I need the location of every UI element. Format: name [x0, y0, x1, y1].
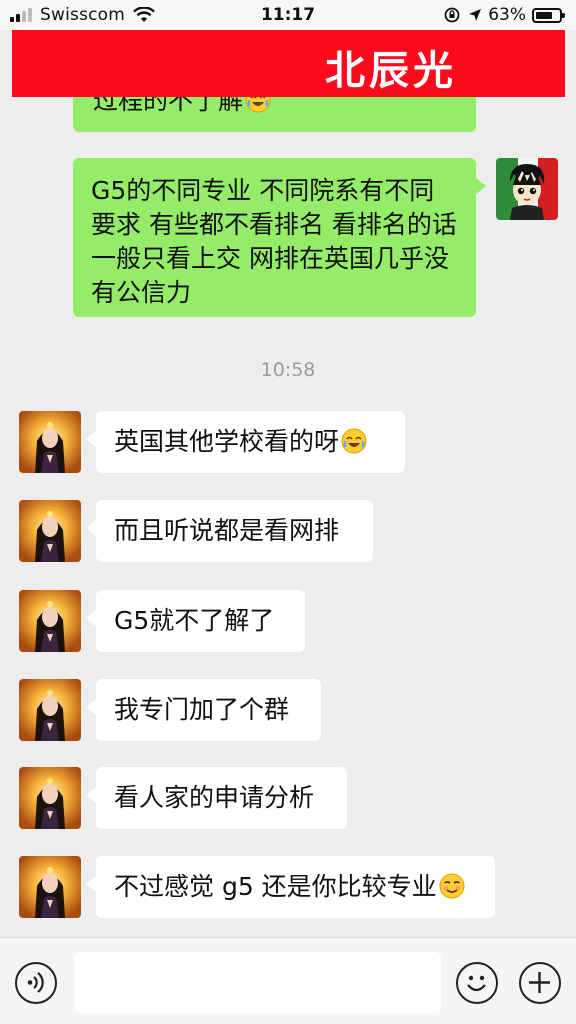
- message-text: G5的不同专业 不同院系有不同要求 有些都不看排名 看排名的话 一般只看上交 网…: [91, 176, 457, 307]
- message-text: G5就不了解了: [114, 606, 275, 635]
- chat-area[interactable]: 过程的不了解 G5的不同专业 不同院系有不同要求 有些都不看排名 看排名的话 一…: [0, 97, 576, 937]
- message-text: 而且听说都是看网排: [114, 516, 340, 545]
- emoji-icon: [467, 975, 486, 992]
- message-bubble-other[interactable]: 而且听说都是看网排: [86, 500, 373, 562]
- contact-avatar[interactable]: [19, 590, 81, 652]
- message-bubble-other[interactable]: 我专门加了个群: [86, 679, 321, 741]
- battery-icon: [532, 7, 565, 23]
- emoji-button[interactable]: [456, 962, 498, 1004]
- message-bubble-mine[interactable]: G5的不同专业 不同院系有不同要求 有些都不看排名 看排名的话 一般只看上交 网…: [73, 158, 486, 317]
- rotation-lock-icon: [444, 7, 460, 23]
- input-bar: [0, 937, 576, 1024]
- message-bubble-other[interactable]: G5就不了解了: [86, 590, 305, 652]
- battery-percent: 63%: [488, 5, 526, 25]
- add-button[interactable]: [519, 962, 561, 1004]
- status-right: 63%: [444, 5, 565, 25]
- my-avatar[interactable]: [496, 158, 558, 220]
- voice-button[interactable]: [15, 962, 57, 1004]
- message-text: 不过感觉 g5 还是你比较专业: [114, 872, 437, 901]
- contact-avatar[interactable]: [19, 500, 81, 562]
- message-text: 英国其他学校看的呀: [114, 427, 340, 456]
- message-bubble-other[interactable]: 看人家的申请分析: [86, 767, 347, 829]
- location-arrow-icon: [469, 9, 482, 21]
- portrait-avatar-icon: [19, 411, 81, 473]
- portrait-avatar-icon: [19, 500, 81, 562]
- message-bubble-partial[interactable]: 过程的不了解: [73, 97, 476, 132]
- cartoon-boy-avatar-icon: [496, 158, 558, 220]
- header-banner: 北辰光: [12, 30, 565, 97]
- message-bubble-other[interactable]: 英国其他学校看的呀: [86, 411, 405, 473]
- add-icon: [529, 972, 550, 993]
- portrait-avatar-icon: [19, 679, 81, 741]
- portrait-avatar-icon: [19, 590, 81, 652]
- crying-laughing-emoji: [341, 428, 367, 454]
- portrait-avatar-icon: [19, 856, 81, 918]
- timestamp-separator: 10:58: [260, 359, 316, 381]
- message-text: 看人家的申请分析: [114, 783, 315, 812]
- voice-icon: [27, 972, 44, 993]
- contact-avatar[interactable]: [19, 767, 81, 829]
- contact-avatar[interactable]: [19, 856, 81, 918]
- portrait-avatar-icon: [19, 767, 81, 829]
- message-input[interactable]: [74, 952, 441, 1013]
- contact-avatar[interactable]: [19, 679, 81, 741]
- chat-title: 北辰光: [325, 47, 457, 94]
- message-text: 过程的不了解: [93, 97, 244, 115]
- contact-avatar[interactable]: [19, 411, 81, 473]
- message-text: 我专门加了个群: [114, 695, 290, 724]
- status-bar: Swisscom 11:17 63%: [0, 0, 576, 30]
- crying-laughing-emoji: [245, 97, 271, 113]
- message-bubble-other[interactable]: 不过感觉 g5 还是你比较专业: [86, 856, 495, 918]
- smirk-emoji: [439, 873, 465, 899]
